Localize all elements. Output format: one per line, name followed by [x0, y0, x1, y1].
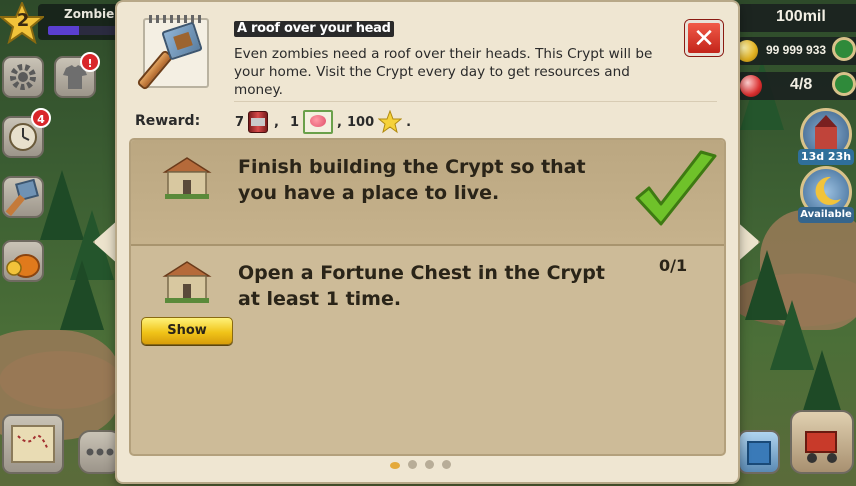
- brains-amount: 4/8: [790, 76, 813, 93]
- player-level: 2: [16, 10, 30, 31]
- reward-amount: 7: [235, 114, 245, 130]
- xp-bar-fill: [48, 26, 79, 35]
- coins-amount: 99 999 933: [766, 43, 827, 57]
- task-progress: 0/1: [659, 256, 688, 275]
- map-icon: [11, 425, 55, 463]
- close-button[interactable]: ✕: [685, 20, 723, 56]
- brain-icon: [740, 75, 762, 97]
- close-icon: ✕: [693, 24, 715, 54]
- cart-icon: [805, 431, 837, 463]
- event-quest-button[interactable]: [2, 240, 44, 282]
- quests-badge: 4: [31, 108, 51, 128]
- puzzle-icon: [747, 441, 771, 465]
- reward-separator: .: [406, 114, 412, 130]
- add-brains-button[interactable]: [832, 72, 856, 96]
- reward-label: Reward:: [135, 113, 201, 129]
- player-name: Zombie Ca: [64, 7, 120, 21]
- notification-badge: !: [80, 52, 100, 72]
- page-dot[interactable]: [408, 460, 417, 469]
- event-timer: 13d 23h: [798, 149, 854, 165]
- pumpkin-icon: [6, 254, 40, 278]
- crypt-icon: [162, 157, 212, 199]
- divider: [234, 101, 717, 102]
- crypt-icon: [162, 261, 212, 303]
- task-description: Finish building the Crypt so that you ha…: [238, 156, 586, 204]
- page-dot-active[interactable]: [390, 462, 400, 469]
- brain-card-icon: [303, 110, 334, 134]
- gear-icon: [10, 64, 36, 90]
- reward-amount: 1: [290, 114, 300, 130]
- task-item-completed: Finish building the Crypt so that you ha…: [131, 140, 724, 246]
- show-button[interactable]: Show: [141, 317, 233, 345]
- xp-bar: [48, 26, 116, 35]
- reward-separator: ,: [274, 114, 279, 130]
- quest-title: A roof over your head: [234, 21, 394, 37]
- checkmark-icon: [635, 150, 717, 226]
- page-dot[interactable]: [425, 460, 434, 469]
- fuel-amount: 100mil: [776, 8, 826, 25]
- puzzle-button[interactable]: [738, 430, 780, 474]
- page-dot[interactable]: [442, 460, 451, 469]
- available-label: Available: [798, 207, 854, 223]
- hammer-icon: [5, 178, 39, 216]
- quest-dialog: A roof over your head Even zombies need …: [117, 2, 738, 482]
- pine-tree: [60, 260, 104, 330]
- build-quest-button[interactable]: [2, 176, 44, 218]
- quest-hammer-icon: [136, 15, 209, 91]
- map-button[interactable]: [2, 414, 64, 474]
- settings-button[interactable]: [2, 56, 44, 98]
- coin-icon: [736, 40, 758, 62]
- reward-list: 7 , 1 , 100 .: [235, 109, 414, 135]
- quest-description: Even zombies need a roof over their head…: [234, 46, 653, 98]
- task-description: Open a Fortune Chest in the Crypt at lea…: [238, 262, 605, 310]
- page-indicator: [390, 460, 451, 469]
- add-coins-button[interactable]: [832, 37, 856, 61]
- task-list: Finish building the Crypt so that you ha…: [129, 138, 726, 456]
- star-icon: [378, 110, 403, 134]
- more-dots-icon: [86, 448, 114, 456]
- reward-amount: 100: [347, 114, 375, 130]
- reward-separator: ,: [337, 114, 342, 130]
- build-cart-button[interactable]: [790, 410, 854, 474]
- more-button[interactable]: [78, 430, 122, 474]
- can-icon: [248, 111, 269, 133]
